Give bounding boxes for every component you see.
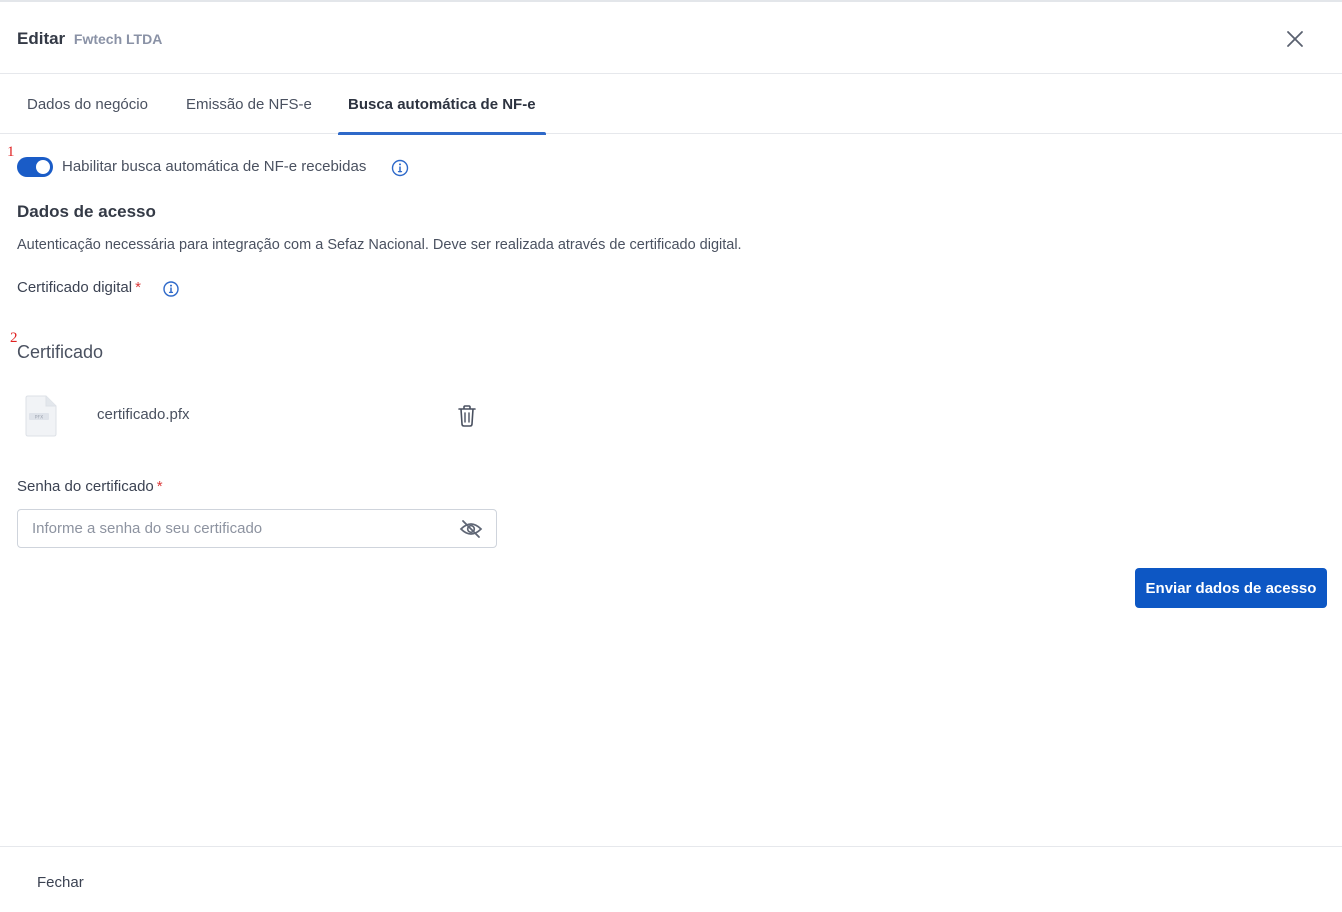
- password-required-mark: *: [156, 478, 163, 495]
- password-field-label: Senha do certificado *: [17, 478, 163, 495]
- certificate-file-name: certificado.pfx: [97, 406, 190, 423]
- edit-modal: Editar Fwtech LTDA Dados do negócio Emis…: [0, 0, 1342, 912]
- eye-slash-icon[interactable]: [459, 518, 483, 540]
- modal-title: Editar Fwtech LTDA: [17, 29, 162, 49]
- close-icon[interactable]: [1282, 26, 1308, 52]
- svg-text:PFX: PFX: [35, 415, 43, 421]
- access-section-title: Dados de acesso: [17, 202, 156, 221]
- trash-icon[interactable]: [456, 404, 478, 428]
- auto-search-toggle[interactable]: [17, 157, 53, 177]
- password-field: [17, 509, 497, 548]
- auto-search-toggle-label: Habilitar busca automática de NF-e receb…: [62, 158, 367, 175]
- certificate-label-text: Certificado digital: [17, 279, 133, 296]
- certificate-info-icon[interactable]: [162, 280, 180, 298]
- certificate-heading: Certificado: [17, 342, 104, 362]
- access-section-description: Autenticação necessária para integração …: [17, 237, 742, 253]
- info-icon[interactable]: [391, 159, 409, 177]
- close-button[interactable]: Fechar: [37, 874, 84, 891]
- modal-footer: Fechar: [0, 846, 1342, 912]
- tab-busca-automatica-nfe[interactable]: Busca automática de NF-e: [338, 74, 546, 135]
- annotation-marker-1: 1: [7, 144, 15, 160]
- password-label-text: Senha do certificado: [17, 478, 154, 495]
- toggle-knob: [36, 160, 50, 174]
- required-mark: *: [135, 279, 141, 296]
- tab-emissao-nfse[interactable]: Emissão de NFS-e: [176, 74, 322, 134]
- password-input[interactable]: [18, 510, 448, 547]
- submit-access-data-button[interactable]: Enviar dados de acesso: [1135, 568, 1327, 608]
- file-pfx-icon: PFX: [24, 395, 58, 437]
- tab-bar: Dados do negócio Emissão de NFS-e Busca …: [0, 74, 1342, 135]
- modal-title-text: Editar: [17, 29, 66, 48]
- certificate-field-label: Certificado digital *: [17, 279, 141, 296]
- company-name: Fwtech LTDA: [73, 31, 163, 47]
- tab-dados-do-negocio[interactable]: Dados do negócio: [17, 74, 158, 134]
- modal-header: Editar Fwtech LTDA: [0, 2, 1342, 74]
